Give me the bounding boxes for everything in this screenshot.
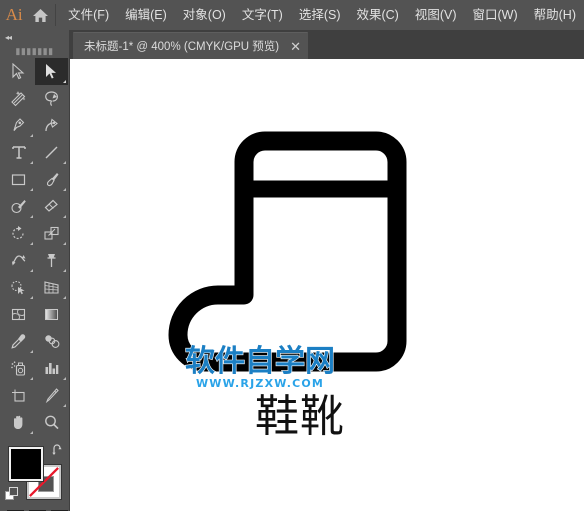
rotate-tool[interactable] [2, 220, 35, 247]
home-icon[interactable] [28, 0, 53, 30]
tool-flyout-indicator [30, 134, 33, 137]
hand-tool[interactable] [2, 409, 35, 436]
tool-flyout-indicator [63, 161, 66, 164]
direct-selection-tool[interactable] [35, 58, 68, 85]
menu-item-type[interactable]: 文字(T) [234, 0, 291, 30]
swap-fill-stroke-icon[interactable] [52, 444, 65, 459]
slice-tool[interactable] [35, 382, 68, 409]
tool-flyout-indicator [63, 242, 66, 245]
line-segment-tool[interactable] [35, 139, 68, 166]
menu-item-effect[interactable]: 效果(C) [348, 0, 406, 30]
tool-flyout-indicator [63, 215, 66, 218]
tool-flyout-indicator [63, 296, 66, 299]
menu-item-select[interactable]: 选择(S) [291, 0, 349, 30]
tool-grid [0, 58, 69, 436]
watermark-text-cn: 软件自学网 [184, 344, 335, 379]
tool-flyout-indicator [30, 215, 33, 218]
collapse-panel-button[interactable]: ◂◂ [0, 30, 69, 44]
document-tab-bar: 未标题-1* @ 400% (CMYK/GPU 预览) ✕ [70, 30, 584, 59]
menu-item-file[interactable]: 文件(F) [60, 0, 117, 30]
close-icon[interactable]: ✕ [290, 40, 301, 53]
rectangle-tool[interactable] [2, 166, 35, 193]
shape-builder-tool[interactable] [2, 274, 35, 301]
color-controls [0, 442, 70, 511]
artwork-caption: 鞋靴 [255, 391, 345, 442]
free-transform-tool[interactable] [35, 247, 68, 274]
tool-flyout-indicator [63, 377, 66, 380]
illustrator-window: Ai 文件(F) 编辑(E) 对象(O) 文字(T) 选择(S) 效果(C) 视… [0, 0, 584, 511]
menu-bar: Ai 文件(F) 编辑(E) 对象(O) 文字(T) 选择(S) 效果(C) 视… [0, 0, 584, 30]
menu-item-object[interactable]: 对象(O) [175, 0, 234, 30]
width-tool[interactable] [2, 247, 35, 274]
menu-item-window[interactable]: 窗口(W) [465, 0, 526, 30]
tool-flyout-indicator [63, 188, 66, 191]
tool-flyout-indicator [30, 350, 33, 353]
watermark-text-url: WWW.RJZXW.COM [195, 377, 325, 390]
tool-flyout-indicator [63, 269, 66, 272]
menu-item-edit[interactable]: 编辑(E) [117, 0, 175, 30]
site-watermark: 软件自学网 WWW.RJZXW.COM [170, 344, 350, 390]
tool-flyout-indicator [30, 188, 33, 191]
artboard-tool[interactable] [2, 382, 35, 409]
menu-divider [55, 4, 57, 26]
mesh-tool[interactable] [2, 301, 35, 328]
tool-flyout-indicator [63, 80, 66, 83]
perspective-grid-tool[interactable] [35, 274, 68, 301]
lasso-tool[interactable] [35, 85, 68, 112]
tool-flyout-indicator [30, 377, 33, 380]
selection-tool[interactable] [2, 58, 35, 85]
zoom-tool[interactable] [35, 409, 68, 436]
pen-tool[interactable] [2, 112, 35, 139]
eraser-tool[interactable] [35, 193, 68, 220]
menu-item-help[interactable]: 帮助(H) [526, 0, 584, 30]
tool-flyout-indicator [63, 404, 66, 407]
document-tab[interactable]: 未标题-1* @ 400% (CMYK/GPU 预览) ✕ [73, 32, 308, 59]
curvature-tool[interactable] [35, 112, 68, 139]
scale-tool[interactable] [35, 220, 68, 247]
tool-flyout-indicator [30, 242, 33, 245]
symbol-sprayer-tool[interactable] [2, 355, 35, 382]
type-tool[interactable] [2, 139, 35, 166]
blend-tool[interactable] [35, 328, 68, 355]
eyedropper-tool[interactable] [2, 328, 35, 355]
tool-flyout-indicator [30, 269, 33, 272]
tool-flyout-indicator [30, 296, 33, 299]
magic-wand-tool[interactable] [2, 85, 35, 112]
fill-swatch[interactable] [8, 446, 44, 482]
tools-panel: ◂◂ ▮▮▮▮▮▮▮ [0, 30, 70, 511]
document-tab-title: 未标题-1* @ 400% (CMYK/GPU 预览) [84, 41, 280, 53]
paintbrush-tool[interactable] [35, 166, 68, 193]
tool-flyout-indicator [30, 431, 33, 434]
default-fill-stroke-icon[interactable] [5, 487, 20, 507]
column-graph-tool[interactable] [35, 355, 68, 382]
menu-item-view[interactable]: 视图(V) [407, 0, 465, 30]
tool-flyout-indicator [30, 161, 33, 164]
shaper-tool[interactable] [2, 193, 35, 220]
ai-logo: Ai [5, 5, 23, 24]
gradient-tool[interactable] [35, 301, 68, 328]
panel-drag-handle[interactable]: ▮▮▮▮▮▮▮ [0, 44, 69, 58]
artboard-canvas[interactable]: 软件自学网 WWW.RJZXW.COM 鞋靴 [70, 59, 584, 511]
